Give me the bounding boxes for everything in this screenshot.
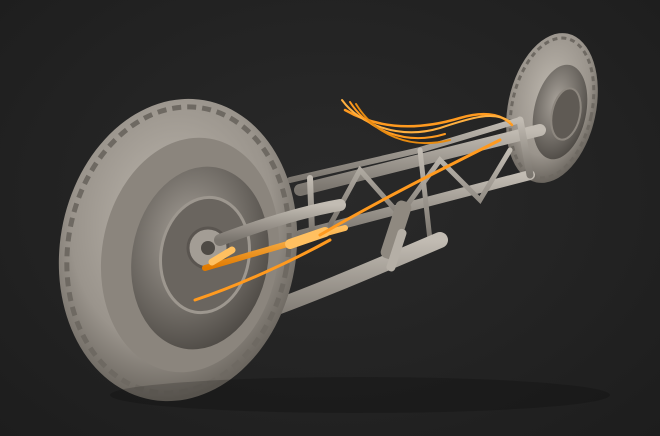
- render-viewport: [0, 0, 660, 436]
- front-hub-cap: [201, 241, 215, 255]
- ground-shadow: [110, 377, 610, 413]
- axle-illustration: [58, 33, 610, 413]
- cable-bundle-1: [341, 99, 511, 134]
- rear-wheel: [506, 33, 598, 183]
- front-wheel: [58, 98, 298, 402]
